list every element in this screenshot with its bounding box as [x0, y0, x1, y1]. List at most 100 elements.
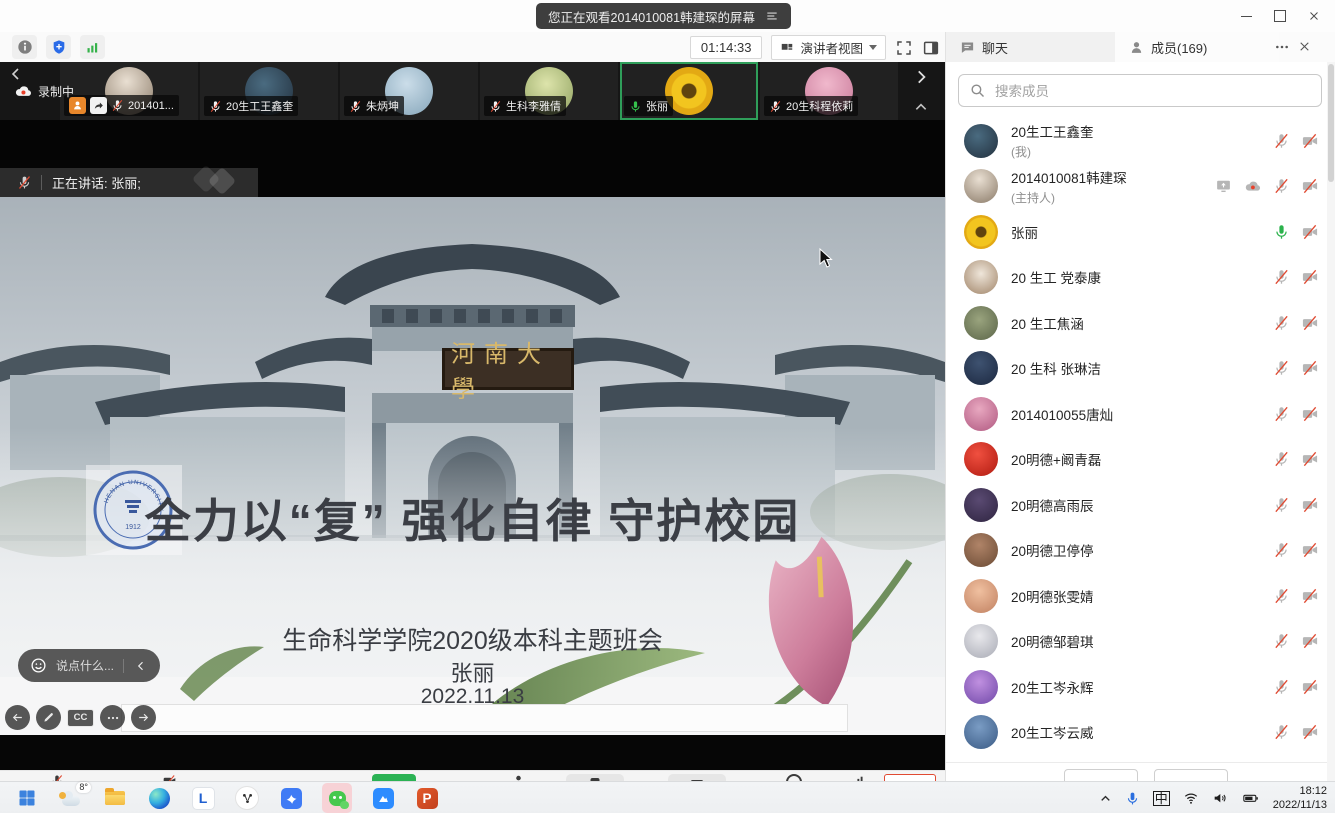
avatar [964, 397, 998, 431]
tab-chat[interactable]: 聊天 [946, 32, 1129, 62]
member-name: 20明德张雯婧 [1011, 586, 1094, 606]
wechat-button[interactable] [322, 783, 352, 813]
thumbnail-name-badge: 201401... [64, 95, 179, 116]
taskbar-clock[interactable]: 18:12 2022/11/13 [1273, 784, 1327, 813]
video-thumbnail-speaking[interactable]: 张丽 [620, 62, 758, 120]
tray-mic-icon[interactable] [1125, 791, 1140, 806]
tray-time: 18:12 [1273, 784, 1327, 798]
member-name: 20 生科 张琳洁 [1011, 358, 1101, 378]
fullscreen-icon[interactable] [895, 39, 913, 57]
view-mode-label: 演讲者视图 [800, 38, 863, 57]
layout-icon [780, 41, 794, 55]
member-row[interactable]: 20明德张雯婧 [946, 573, 1335, 619]
weather-widget[interactable]: 8° [58, 785, 84, 811]
mic-muted-icon [1273, 132, 1290, 149]
panel-more-icon[interactable] [1274, 39, 1290, 55]
tray-expand-icon[interactable] [1099, 792, 1112, 805]
member-row[interactable]: 20 生科 张琳洁 [946, 346, 1335, 392]
mic-muted-icon [1273, 178, 1290, 195]
mic-muted-icon [1273, 314, 1290, 331]
meeting-info-button[interactable] [12, 35, 37, 59]
ppt-presenter-controls: CC [5, 705, 156, 730]
mic-active-icon [629, 100, 642, 113]
quick-chat-bar[interactable]: 说点什么... [18, 649, 160, 682]
mic-muted-icon [1273, 724, 1290, 741]
network-status-button[interactable] [80, 35, 105, 59]
panel-header: 聊天 成员(169) [945, 32, 1335, 63]
minimize-button[interactable] [1229, 0, 1263, 32]
lenovo-app-button[interactable]: L [190, 785, 216, 811]
meeting-toolbar: 01:14:33 演讲者视图 [0, 32, 945, 63]
start-button[interactable] [14, 785, 40, 811]
screen-sharing-icon [1215, 178, 1232, 195]
utility-app-button[interactable] [234, 785, 260, 811]
side-panel-toggle-icon[interactable] [922, 39, 940, 57]
video-thumbnail[interactable]: 生科李雅倩 [480, 62, 618, 120]
member-search[interactable] [958, 74, 1322, 107]
screen-watch-banner: 您正在观看2014010081韩建琛的屏幕 [536, 3, 791, 29]
camera-muted-icon [1301, 360, 1319, 377]
panel-close-icon[interactable] [1298, 40, 1311, 53]
member-row[interactable]: 20明德卫停停 [946, 528, 1335, 574]
chat-tab-label: 聊天 [982, 38, 1008, 57]
filmstrip-next-icon[interactable] [912, 68, 930, 86]
member-row[interactable]: 20生工岑永辉 [946, 664, 1335, 710]
collapse-chat-icon[interactable] [135, 660, 147, 672]
mic-muted-icon [209, 100, 222, 113]
watermark-logo [196, 169, 266, 197]
member-row[interactable]: 2014010081韩建琛 (主持人) [946, 164, 1335, 210]
mic-muted-icon [17, 175, 32, 190]
filmstrip-prev-icon[interactable] [8, 66, 24, 82]
speaking-banner-text: 正在讲话: 张丽; [52, 173, 141, 192]
security-button[interactable] [46, 35, 71, 59]
powerpoint-button[interactable]: P [414, 785, 440, 811]
member-row[interactable]: 20生工岑云威 [946, 710, 1335, 756]
maximize-button[interactable] [1263, 0, 1297, 32]
mic-muted-icon [1273, 451, 1290, 468]
avatar [964, 624, 998, 658]
member-row[interactable]: 20生工王鑫奎 (我) [946, 118, 1335, 164]
video-thumbnail[interactable]: 朱炳坤 [340, 62, 478, 120]
voov-meeting-button[interactable] [370, 785, 396, 811]
scrollbar-thumb[interactable] [1328, 64, 1334, 182]
tray-date: 2022/11/13 [1273, 798, 1327, 812]
recording-label: 录制中 [38, 83, 74, 100]
camera-muted-icon [1301, 542, 1319, 559]
camera-muted-icon [1301, 178, 1319, 195]
file-explorer-button[interactable] [102, 785, 128, 811]
tab-members[interactable]: 成员(169) [1115, 32, 1279, 62]
video-thumbnail[interactable]: 20生科程依莉 [760, 62, 898, 120]
banner-menu-icon[interactable] [765, 9, 779, 23]
member-row[interactable]: 张丽 [946, 209, 1335, 255]
wifi-icon[interactable] [1183, 790, 1199, 806]
member-row[interactable]: 20明德邹碧琪 [946, 619, 1335, 665]
recording-indicator: 录制中 [14, 82, 74, 100]
member-row[interactable]: 20明德+阚青磊 [946, 437, 1335, 483]
member-name: 2014010081韩建琛 [1011, 167, 1127, 187]
member-row[interactable]: 20明德高雨辰 [946, 482, 1335, 528]
info-icon [17, 39, 33, 55]
emoji-icon[interactable] [30, 657, 47, 674]
search-input[interactable] [993, 76, 1317, 107]
filmstrip-collapse-icon[interactable] [913, 99, 929, 115]
more-options-icon [100, 705, 125, 730]
close-window-button[interactable] [1297, 0, 1331, 32]
next-slide-icon [131, 705, 156, 730]
ime-indicator[interactable]: 中 [1153, 791, 1170, 806]
windows-taskbar: 8° L P [0, 781, 1335, 813]
volume-icon[interactable] [1212, 790, 1228, 806]
member-name: 20生工岑云威 [1011, 722, 1094, 742]
thunder-app-button[interactable] [278, 785, 304, 811]
view-mode-dropdown[interactable]: 演讲者视图 [771, 35, 886, 60]
video-thumbnail[interactable]: 201401... [60, 62, 198, 120]
panel-scrollbar[interactable] [1327, 62, 1335, 781]
battery-icon[interactable] [1241, 790, 1260, 806]
video-thumbnail[interactable]: 20生工王鑫奎 [200, 62, 338, 120]
member-row[interactable]: 20 生工 党泰康 [946, 255, 1335, 301]
quick-chat-placeholder[interactable]: 说点什么... [56, 657, 114, 674]
weather-cloud-icon [62, 796, 80, 806]
mic-muted-icon [1273, 633, 1290, 650]
member-row[interactable]: 20 生工焦涵 [946, 300, 1335, 346]
edge-browser-button[interactable] [146, 785, 172, 811]
member-row[interactable]: 2014010055唐灿 [946, 391, 1335, 437]
